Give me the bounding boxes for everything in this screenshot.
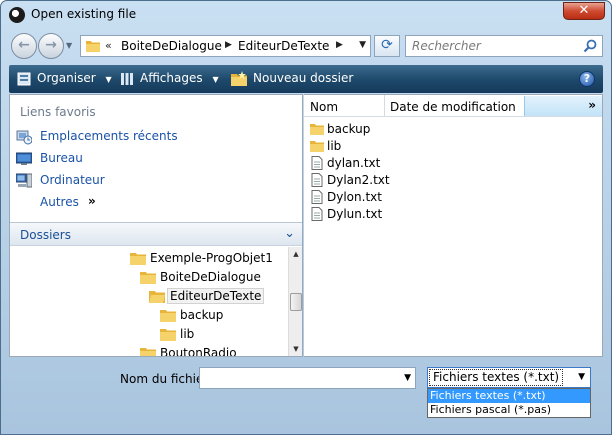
organize-icon: [17, 72, 31, 85]
file-list-pane: Nom Date de modification » backup lib dy…: [304, 94, 603, 357]
address-bar[interactable]: « BoiteDeDialogue ▶ EditeurDeTexte ▶ ▼: [80, 35, 371, 57]
navigation-pane: Liens favoris Emplacements récents Burea…: [9, 94, 303, 357]
text-file-icon: [311, 156, 323, 170]
favorite-label: Bureau: [40, 151, 83, 165]
file-name: Dylun.txt: [327, 207, 383, 221]
file-type-selected: Fichiers textes (*.txt): [429, 369, 564, 386]
back-button[interactable]: ←: [11, 33, 37, 59]
tree-item-label: EditeurDeTexte: [167, 288, 265, 304]
file-name: lib: [327, 139, 342, 153]
new-folder-button[interactable]: Nouveau dossier: [231, 65, 353, 93]
help-icon[interactable]: ?: [579, 71, 595, 87]
refresh-icon: ⟳: [381, 37, 393, 53]
views-label: Affichages: [140, 71, 203, 85]
folder-icon: [86, 41, 100, 52]
favorite-label: Ordinateur: [40, 173, 105, 187]
tree-item-label: BoiteDeDialogue: [160, 270, 261, 284]
filename-combobox[interactable]: ▼: [199, 367, 416, 389]
refresh-button[interactable]: ⟳: [374, 35, 400, 57]
column-divider[interactable]: [384, 95, 385, 117]
views-icon: [121, 72, 133, 85]
folder-icon: [310, 124, 324, 135]
arrow-right-icon: →: [45, 37, 57, 53]
recent-pages-dropdown[interactable]: ▼: [66, 39, 78, 53]
folder-icon: [160, 329, 176, 341]
file-list-header: Nom Date de modification »: [304, 95, 602, 117]
breadcrumb-separator-icon[interactable]: ▶: [336, 40, 343, 50]
breadcrumb-overflow[interactable]: «: [105, 39, 112, 52]
tree-item-label: BoutonRadio: [160, 346, 237, 356]
search-icon[interactable]: [583, 39, 597, 53]
folder-tree: Exemple-ProgObjet1 BoiteDeDialogue Edite…: [10, 247, 288, 356]
chevron-down-icon: ▼: [66, 41, 73, 50]
file-type-option-txt[interactable]: Fichiers textes (*.txt): [428, 389, 590, 403]
new-folder-label: Nouveau dossier: [253, 71, 354, 85]
tree-item-label: backup: [180, 308, 224, 322]
close-icon: ✕: [578, 3, 590, 18]
favorite-links-header: Liens favoris: [20, 105, 96, 119]
search-input[interactable]: [406, 36, 582, 56]
folder-icon: [130, 253, 146, 265]
file-name: Dylon.txt: [327, 190, 382, 204]
scroll-down-icon[interactable]: ▼: [289, 342, 303, 356]
more-chevron-icon: »: [88, 194, 96, 208]
scrollbar-thumb[interactable]: [290, 293, 302, 311]
folders-header-label: Dossiers: [20, 228, 71, 242]
app-icon: [9, 7, 25, 23]
desktop-icon: [16, 152, 32, 165]
command-toolbar: Organiser ▼ Affichages ▼ Nouveau dossier…: [9, 65, 603, 93]
search-box[interactable]: [405, 35, 603, 57]
arrow-left-icon: ←: [18, 37, 30, 53]
file-name: dylan.txt: [327, 156, 381, 170]
text-file-icon: [311, 190, 323, 204]
folder-icon: [140, 348, 156, 356]
favorite-label: Emplacements récents: [40, 129, 178, 143]
organize-menu-button[interactable]: Organiser ▼: [17, 65, 112, 93]
folder-open-icon: [149, 291, 165, 303]
chevron-down-icon[interactable]: ▼: [578, 372, 585, 382]
chevron-down-icon: ▼: [212, 75, 219, 84]
chevron-down-icon: ▼: [105, 75, 112, 84]
organize-label: Organiser: [37, 71, 96, 85]
new-folder-icon: [231, 71, 247, 86]
file-name: backup: [327, 122, 371, 136]
text-file-icon: [311, 173, 323, 187]
favorite-more-label: Autres: [40, 195, 79, 209]
forward-button[interactable]: →: [38, 33, 64, 59]
title-bar: Open existing file ✕: [1, 1, 611, 29]
file-name: Dylan2.txt: [327, 173, 390, 187]
folders-section-header[interactable]: Dossiers ⌄: [10, 222, 302, 246]
file-type-option-pas[interactable]: Fichiers pascal (*.pas): [428, 403, 590, 417]
breadcrumb-editeurdetexte[interactable]: EditeurDeTexte: [238, 39, 329, 53]
tree-item-label: Exemple-ProgObjet1: [150, 251, 273, 265]
chevron-down-icon: ⌄: [284, 226, 295, 241]
close-button[interactable]: ✕: [563, 2, 605, 20]
column-name[interactable]: Nom: [310, 100, 338, 114]
favorite-links-section: Liens favoris Emplacements récents Burea…: [10, 95, 302, 222]
column-date-modified[interactable]: Date de modification: [390, 100, 516, 114]
breadcrumb-separator-icon[interactable]: ▶: [225, 40, 232, 50]
tree-item-label: lib: [180, 327, 195, 341]
views-menu-button[interactable]: Affichages ▼: [120, 65, 219, 93]
open-file-dialog: Open existing file ✕ ← → ▼ « BoiteDeDial…: [0, 0, 612, 435]
file-type-dropdown-list: Fichiers textes (*.txt) Fichiers pascal …: [427, 388, 591, 418]
folder-icon: [140, 272, 156, 284]
folder-icon: [160, 310, 176, 322]
text-file-icon: [311, 207, 323, 221]
computer-icon: [16, 173, 32, 188]
recent-places-icon: [16, 130, 32, 145]
folder-tree-scrollbar[interactable]: ▲ ▼: [288, 247, 302, 356]
scroll-up-icon[interactable]: ▲: [289, 247, 303, 261]
chevron-down-icon[interactable]: ▼: [404, 373, 411, 383]
filename-input[interactable]: [200, 368, 396, 388]
address-dropdown-icon[interactable]: ▼: [359, 40, 366, 50]
window-title: Open existing file: [31, 7, 137, 21]
more-columns-icon[interactable]: »: [588, 98, 596, 112]
file-type-select[interactable]: Fichiers textes (*.txt) ▼: [427, 367, 591, 388]
breadcrumb-boitededialogue[interactable]: BoiteDeDialogue: [121, 39, 222, 53]
folder-icon: [310, 141, 324, 152]
